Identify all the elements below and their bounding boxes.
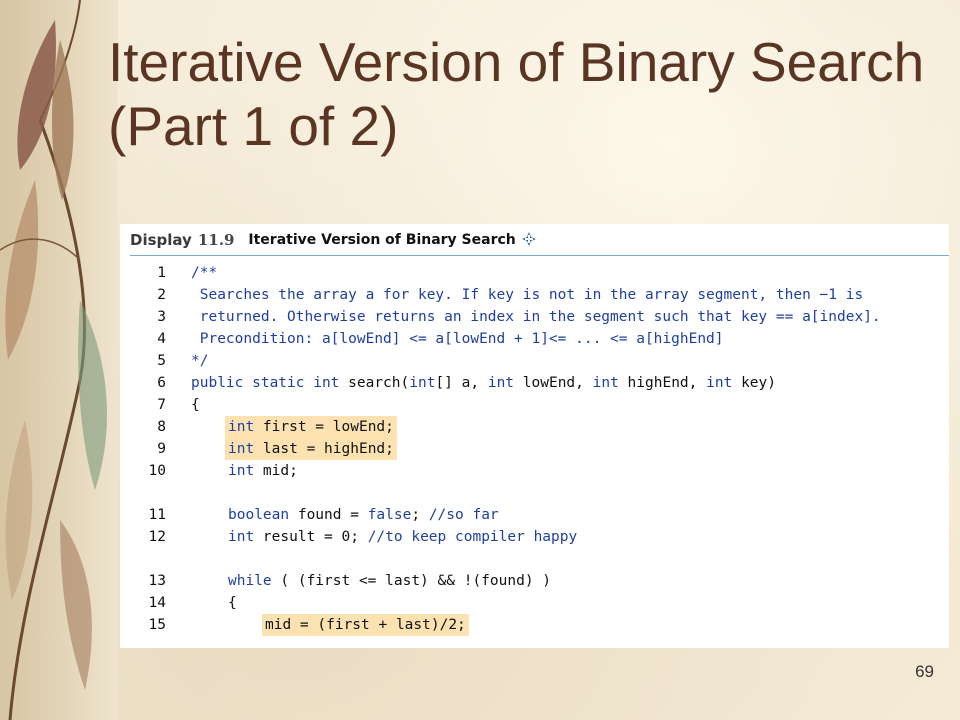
code-line: 3 returned. Otherwise returns an index i… (120, 306, 949, 328)
code-comment: */ (191, 353, 209, 369)
line-number: 13 (148, 573, 166, 589)
code-keyword: int (592, 375, 619, 391)
code-comment: //so far (428, 507, 499, 523)
code-text: boolean found = false; //so far (228, 504, 499, 526)
slide-title-line1: Iterative Version of Binary Search (108, 31, 925, 93)
code-keyword: int (228, 529, 255, 545)
code-text: { (228, 592, 237, 614)
line-number: 7 (157, 397, 166, 413)
code-keyword: while (228, 573, 272, 589)
code-line: 9 int last = highEnd; (120, 438, 949, 460)
code-keyword: int (706, 375, 733, 391)
code-comment: Precondition: a[lowEnd] <= a[lowEnd + 1]… (191, 331, 724, 347)
code-text: */ (191, 350, 208, 372)
code-token: mid; (254, 463, 298, 479)
code-text: int mid; (228, 460, 298, 482)
code-comment: returned. Otherwise returns an index in … (191, 309, 881, 325)
code-keyword: int (409, 375, 436, 391)
code-token: result = 0; (254, 529, 368, 545)
code-token: [] a, (435, 375, 488, 391)
code-text: { (191, 394, 200, 416)
code-line: 12 int result = 0; //to keep compiler hap… (120, 526, 949, 548)
slide-title: Iterative Version of Binary Search (Part… (108, 30, 938, 158)
line-number: 14 (148, 595, 166, 611)
page-number: 69 (915, 662, 934, 681)
line-number: 12 (148, 529, 166, 545)
code-token: highEnd, (618, 375, 707, 391)
code-keyword: public static int (191, 375, 349, 391)
code-text: public static int search(int[] a, int lo… (191, 372, 776, 394)
line-number: 1 (157, 265, 166, 281)
code-token: search( (348, 375, 410, 391)
code-token: found = (289, 507, 368, 523)
code-token: lowEnd, (514, 375, 593, 391)
code-line: 1 /** (120, 262, 949, 284)
code-line: 10 int mid; (120, 460, 949, 482)
code-text: Searches the array a for key. If key is … (191, 284, 863, 306)
display-number: 11.9 (197, 231, 235, 249)
line-number: 4 (157, 331, 166, 347)
code-token: ; (411, 507, 429, 523)
code-line: 5 */ (120, 350, 949, 372)
code-line: 11 boolean found = false; //so far (120, 504, 949, 526)
code-keyword: int (228, 419, 255, 435)
code-token: ( (first <= last) && !(found) ) (271, 573, 552, 589)
display-header: Display 11.9 Iterative Version of Binary… (130, 228, 949, 252)
code-line: 13 while ( (first <= last) && !(found) ) (120, 570, 949, 592)
code-token: { (191, 397, 200, 413)
line-number: 10 (148, 463, 166, 479)
code-display-panel: Display 11.9 Iterative Version of Binary… (120, 224, 949, 648)
code-keyword: int (228, 463, 255, 479)
code-token: mid = (first + last)/2; (265, 617, 466, 633)
code-comment: /** (191, 265, 218, 281)
highlighted-code-text: int first = lowEnd; (225, 416, 397, 438)
code-text: int result = 0; //to keep compiler happy (228, 526, 577, 548)
code-text: returned. Otherwise returns an index in … (191, 306, 881, 328)
display-title: Iterative Version of Binary Search (248, 232, 516, 248)
code-keyword: boolean (228, 507, 290, 523)
code-token: first = lowEnd; (254, 419, 394, 435)
code-line: 6 public static int search(int[] a, int l… (120, 372, 949, 394)
line-number: 9 (157, 441, 166, 457)
line-number: 5 (157, 353, 166, 369)
line-number: 11 (148, 507, 166, 523)
code-token: key) (732, 375, 776, 391)
line-number: 6 (157, 375, 166, 391)
line-number: 15 (148, 617, 166, 633)
highlighted-code-text: int last = highEnd; (225, 438, 397, 460)
code-keyword: int (487, 375, 515, 391)
display-label: Display (130, 231, 192, 249)
plus-diamond-icon (521, 232, 536, 246)
highlighted-code-text: mid = (first + last)/2; (262, 614, 469, 636)
line-number: 2 (157, 287, 166, 303)
code-token: { (228, 595, 237, 611)
code-text: /** (191, 262, 217, 284)
header-rule (130, 255, 949, 256)
line-number: 3 (157, 309, 166, 325)
code-line: 15 mid = (first + last)/2; (120, 614, 949, 636)
code-keyword: false (367, 507, 412, 523)
code-comment: Searches the array a for key. If key is … (191, 287, 864, 303)
code-text: Precondition: a[lowEnd] <= a[lowEnd + 1]… (191, 328, 724, 350)
code-line: 2 Searches the array a for key. If key i… (120, 284, 949, 306)
slide-title-line2: (Part 1 of 2) (108, 95, 399, 157)
code-line: 7{ (120, 394, 949, 416)
line-number: 8 (157, 419, 166, 435)
code-line: 14 { (120, 592, 949, 614)
code-keyword: int (228, 441, 255, 457)
code-text: while ( (first <= last) && !(found) ) (228, 570, 551, 592)
code-line: 8 int first = lowEnd; (120, 416, 949, 438)
code-comment: //to keep compiler happy (367, 529, 578, 545)
code-token: last = highEnd; (254, 441, 394, 457)
code-line: 4 Precondition: a[lowEnd] <= a[lowEnd + … (120, 328, 949, 350)
